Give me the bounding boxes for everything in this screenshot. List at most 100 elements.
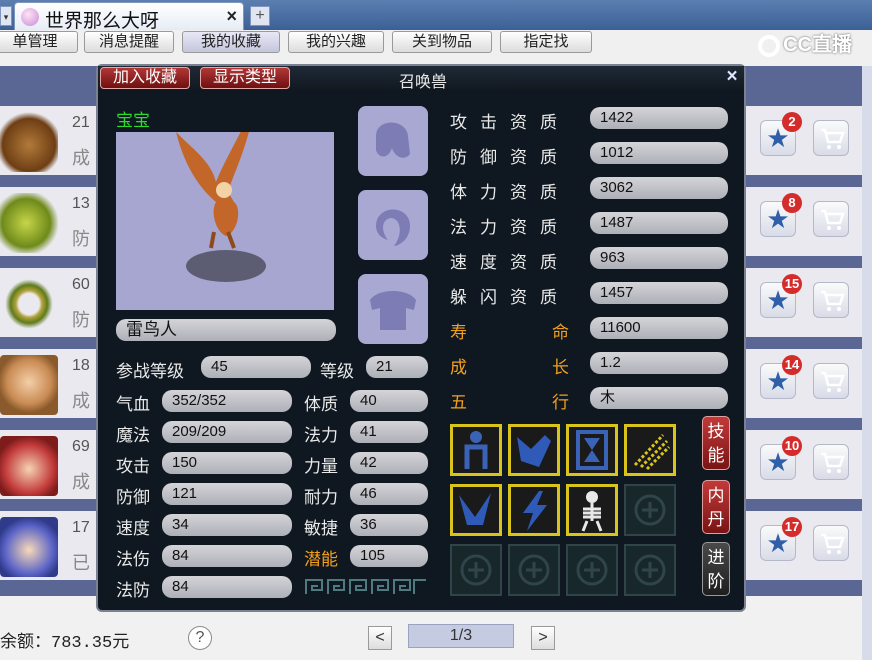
item-thumbnail xyxy=(0,355,58,415)
skills-tab-button[interactable]: 技能 xyxy=(702,416,730,470)
stat-endurance-label: 耐力 xyxy=(304,488,338,507)
balance-text: 余额：783.35元 xyxy=(0,634,130,653)
cart-button[interactable] xyxy=(813,120,849,156)
stat-strength-label: 力量 xyxy=(304,457,338,476)
stat-mp-value: 209/209 xyxy=(162,421,292,443)
stat-constitution-value: 40 xyxy=(350,390,428,412)
element-label-a: 五 xyxy=(450,393,467,412)
stat-magic-damage-value: 84 xyxy=(162,545,292,567)
pet-image xyxy=(176,102,266,282)
cart-button[interactable] xyxy=(813,363,849,399)
aptitude-dodge-label: 躲闪资质 xyxy=(450,288,570,307)
item-desc: 已 xyxy=(72,553,90,573)
aptitude-defense-value: 1012 xyxy=(590,142,728,164)
growth-label-b: 长 xyxy=(552,358,569,377)
favorite-count-badge: 14 xyxy=(782,355,802,375)
skill-figure-icon xyxy=(464,431,488,469)
new-tab-button[interactable]: + xyxy=(250,6,270,26)
skill-slot[interactable] xyxy=(508,484,560,536)
aptitude-stamina-value: 3062 xyxy=(590,177,728,199)
growth-label-a: 成 xyxy=(450,358,467,377)
browser-tab-bar: ▾ 世界那么大呀 × + xyxy=(0,0,872,32)
element-label-b: 行 xyxy=(552,393,569,412)
favorite-count-badge: 10 xyxy=(782,436,802,456)
next-page-button[interactable]: > xyxy=(531,626,555,650)
cart-button[interactable] xyxy=(813,201,849,237)
tab-title: 世界那么大呀 xyxy=(45,11,160,32)
aptitude-attack-label: 攻击资质 xyxy=(450,113,570,132)
cart-button[interactable] xyxy=(813,525,849,561)
stat-hp-value: 352/352 xyxy=(162,390,292,412)
item-level: 13 xyxy=(72,195,90,212)
help-icon[interactable]: ? xyxy=(188,626,212,650)
cart-button[interactable] xyxy=(813,444,849,480)
skill-slot[interactable] xyxy=(450,484,502,536)
stat-magic-defense-label: 法防 xyxy=(116,581,150,600)
equipment-slot-armor[interactable] xyxy=(358,274,428,344)
nav-my-favorites[interactable]: 我的收藏 xyxy=(182,31,280,53)
stat-potential-value: 105 xyxy=(350,545,428,567)
skill-slot[interactable] xyxy=(566,424,618,476)
nav-row: 单管理 消息提醒 我的收藏 我的兴趣 关到物品 指定找 xyxy=(0,30,872,66)
empty-skill-slot[interactable] xyxy=(624,484,676,536)
aptitude-mana-label: 法力资质 xyxy=(450,218,570,237)
item-desc: 成 xyxy=(72,391,90,411)
collar-slot-icon xyxy=(376,209,410,246)
inner-core-tab-button[interactable]: 内丹 xyxy=(702,480,730,534)
skill-slot[interactable] xyxy=(450,424,502,476)
tab-list-arrow[interactable]: ▾ xyxy=(0,6,12,26)
cart-icon xyxy=(821,533,845,554)
skill-scratch-icon xyxy=(633,433,671,471)
empty-skill-slot[interactable] xyxy=(508,544,560,596)
stat-mana-value: 41 xyxy=(350,421,428,443)
favicon-icon xyxy=(21,8,39,26)
skill-slot[interactable] xyxy=(566,484,618,536)
stat-magic-damage-label: 法伤 xyxy=(116,550,150,569)
combat-level-value: 45 xyxy=(201,356,311,378)
stat-speed-value: 34 xyxy=(162,514,292,536)
cc-logo-text: CC直播 xyxy=(783,34,852,56)
skill-slot[interactable] xyxy=(508,424,560,476)
aptitude-stamina-label: 体力资质 xyxy=(450,183,570,202)
growth-value: 1.2 xyxy=(590,352,728,374)
lifespan-label-a: 寿 xyxy=(450,323,467,342)
item-level: 60 xyxy=(72,276,90,293)
stat-attack-value: 150 xyxy=(162,452,292,474)
item-level: 18 xyxy=(72,357,90,374)
cart-icon xyxy=(821,128,845,149)
close-icon[interactable]: × xyxy=(722,67,742,87)
pet-portrait xyxy=(116,102,334,310)
skill-skeleton-icon xyxy=(581,491,603,532)
stat-agility-label: 敏捷 xyxy=(304,519,338,538)
nav-found-items[interactable]: 关到物品 xyxy=(392,31,492,53)
cart-button[interactable] xyxy=(813,282,849,318)
advance-tab-button[interactable]: 进阶 xyxy=(702,542,730,596)
aptitude-defense-label: 防御资质 xyxy=(450,148,570,167)
stat-agility-value: 36 xyxy=(350,514,428,536)
aptitude-attack-value: 1422 xyxy=(590,107,728,129)
level-value: 21 xyxy=(366,356,428,378)
favorite-count-badge: 2 xyxy=(782,112,802,132)
item-desc: 防 xyxy=(72,229,90,249)
item-thumbnail xyxy=(0,274,58,334)
empty-skill-slot[interactable] xyxy=(566,544,618,596)
browser-tab[interactable]: 世界那么大呀 × xyxy=(14,2,244,32)
combat-level-label: 参战等级 xyxy=(116,362,184,381)
nav-my-interests[interactable]: 我的兴趣 xyxy=(288,31,384,53)
nav-specified-search[interactable]: 指定找 xyxy=(500,31,592,53)
tab-close-icon[interactable]: × xyxy=(226,6,237,27)
nav-order-management[interactable]: 单管理 xyxy=(0,31,78,53)
add-favorite-button[interactable]: 加入收藏 xyxy=(100,67,190,89)
equipment-slot-collar[interactable] xyxy=(358,190,428,260)
nav-message-reminder[interactable]: 消息提醒 xyxy=(84,31,174,53)
stat-speed-label: 速度 xyxy=(116,519,150,538)
prev-page-button[interactable]: < xyxy=(368,626,392,650)
stat-endurance-value: 46 xyxy=(350,483,428,505)
empty-skill-slot[interactable] xyxy=(624,544,676,596)
cart-icon xyxy=(821,209,845,230)
empty-skill-slot[interactable] xyxy=(450,544,502,596)
skill-lightning-icon xyxy=(523,491,547,531)
equipment-slot-helmet[interactable] xyxy=(358,106,428,176)
skill-slot[interactable] xyxy=(624,424,676,476)
show-type-button[interactable]: 显示类型 xyxy=(200,67,290,89)
